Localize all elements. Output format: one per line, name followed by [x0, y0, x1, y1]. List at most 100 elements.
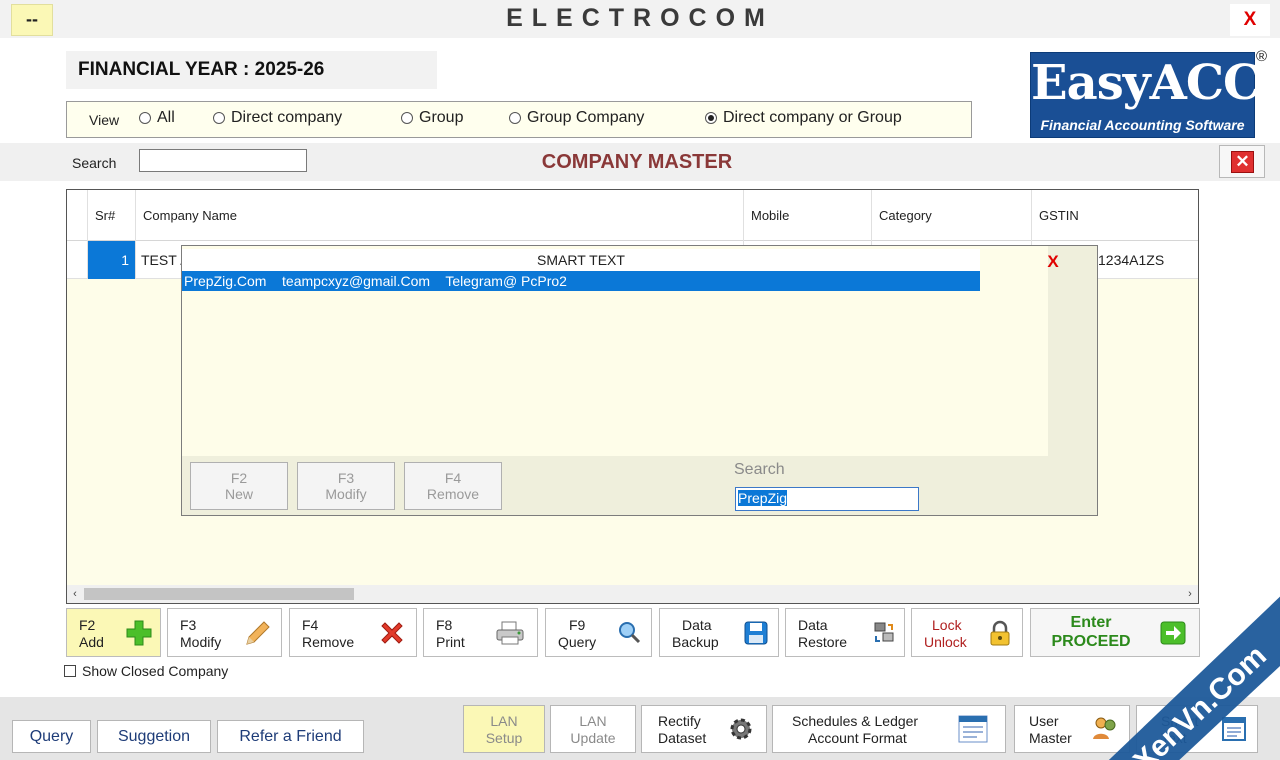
- page-title: COMPANY MASTER: [541, 151, 733, 173]
- plus-icon: [126, 620, 152, 646]
- button-label: Unlock: [924, 634, 967, 650]
- radio-label: Group Company: [527, 109, 645, 126]
- row-selector[interactable]: [67, 241, 88, 279]
- radio-circle[interactable]: [401, 112, 413, 124]
- list-item[interactable]: PrepZig.Com teampcxyz@gmail.Com Telegram…: [182, 271, 980, 291]
- button-label: Remove: [426, 486, 480, 502]
- checkbox[interactable]: [64, 665, 76, 677]
- button-key: F8: [436, 617, 453, 633]
- button-line: Update: [570, 730, 616, 746]
- radio-group-company[interactable]: Group Company: [509, 109, 644, 127]
- query-button[interactable]: F9 Query: [545, 608, 652, 657]
- gear-icon: [730, 718, 752, 740]
- lan-setup-button[interactable]: LAN Setup: [463, 705, 545, 753]
- close-app-button[interactable]: X: [1230, 4, 1270, 36]
- button-label: Add: [79, 634, 104, 650]
- add-button[interactable]: F2 Add: [66, 608, 161, 657]
- column-header-company-name[interactable]: Company Name: [136, 190, 744, 241]
- button-label: Restore: [798, 634, 848, 650]
- button-key: F4: [444, 470, 462, 486]
- button-line: LAN: [490, 713, 518, 729]
- smart-text-title: SMART TEXT: [182, 249, 980, 271]
- button-key: F9: [569, 617, 586, 633]
- view-label: View: [89, 112, 120, 128]
- restore-icon: [874, 622, 894, 642]
- scrollbar-thumb[interactable]: [84, 588, 354, 600]
- schedules-ledger-button[interactable]: Schedules & Ledger Account Format: [772, 705, 1006, 753]
- popup-search-label: Search: [734, 461, 785, 478]
- button-key: F3: [337, 470, 355, 486]
- button-key: F3: [180, 617, 197, 633]
- printer-icon: [496, 621, 524, 645]
- close-dialog-button[interactable]: X: [1038, 252, 1068, 272]
- column-header-mobile[interactable]: Mobile: [744, 190, 872, 241]
- search-bar: Search COMPANY MASTER ✕: [0, 143, 1280, 181]
- lock-unlock-button[interactable]: Lock Unlock: [911, 608, 1023, 657]
- button-label: Backup: [672, 634, 719, 650]
- popup-new-button[interactable]: F2 New: [190, 462, 288, 510]
- radio-label: Group: [419, 109, 464, 126]
- remove-button[interactable]: F4 Remove: [289, 608, 417, 657]
- data-backup-button[interactable]: Data Backup: [659, 608, 779, 657]
- view-filter: View All Direct company Group Group Comp…: [66, 101, 972, 138]
- refer-friend-button[interactable]: Refer a Friend: [217, 720, 364, 753]
- button-key: Data: [682, 617, 712, 633]
- button-key: Lock: [932, 617, 962, 633]
- column-header-gstin[interactable]: GSTIN: [1032, 190, 1198, 241]
- row-selector-header: [67, 190, 88, 241]
- rectify-dataset-button[interactable]: Rectify Dataset: [641, 705, 767, 753]
- smart-text-dialog: SMART TEXT PrepZig.Com teampcxyz@gmail.C…: [181, 245, 1098, 516]
- button-label: Print: [436, 634, 465, 650]
- svg-text:XenVn.Com: XenVn.Com: [1127, 639, 1273, 760]
- button-label: Modify: [180, 634, 222, 650]
- query-link-button[interactable]: Query: [12, 720, 91, 753]
- easyacc-logo: EasyACC Financial Accounting Software: [1030, 52, 1261, 138]
- button-key: F2: [79, 617, 96, 633]
- scroll-left-icon[interactable]: ‹: [67, 585, 83, 603]
- popup-modify-button[interactable]: F3 Modify: [297, 462, 395, 510]
- button-line: Setup: [485, 730, 523, 746]
- radio-all[interactable]: All: [139, 109, 175, 127]
- radio-circle[interactable]: [509, 112, 521, 124]
- magnifier-icon: [619, 622, 641, 644]
- radio-direct-or-group[interactable]: Direct company or Group: [705, 109, 902, 127]
- radio-group[interactable]: Group: [401, 109, 463, 127]
- radio-label: Direct company: [231, 109, 343, 126]
- close-icon: ✕: [1231, 151, 1254, 173]
- button-label: Remove: [302, 634, 355, 650]
- document-icon: [958, 715, 988, 743]
- logo-subtitle: Financial Accounting Software: [1040, 117, 1245, 133]
- radio-label: All: [157, 109, 175, 126]
- registered-mark: ®: [1256, 48, 1268, 65]
- popup-search-value: PrepZig: [738, 490, 788, 506]
- popup-search-input[interactable]: PrepZig: [735, 487, 919, 511]
- checkbox-label: Show Closed Company: [82, 663, 229, 679]
- radio-direct-company[interactable]: Direct company: [213, 109, 342, 127]
- cell-sr[interactable]: 1: [88, 241, 136, 279]
- financial-year: FINANCIAL YEAR : 2025-26: [66, 51, 437, 89]
- lan-update-button[interactable]: LAN Update: [550, 705, 636, 753]
- data-restore-button[interactable]: Data Restore: [785, 608, 905, 657]
- save-disk-icon: [744, 621, 768, 645]
- button-line: LAN: [579, 713, 607, 729]
- app-title: ELECTROCOM: [506, 4, 774, 32]
- column-header-sr[interactable]: Sr#: [88, 190, 136, 241]
- close-form-button[interactable]: ✕: [1219, 145, 1265, 178]
- radio-circle[interactable]: [139, 112, 151, 124]
- smart-text-list[interactable]: SMART TEXT PrepZig.Com teampcxyz@gmail.C…: [182, 246, 1048, 456]
- show-closed-company[interactable]: Show Closed Company: [64, 663, 228, 679]
- button-key: Data: [798, 617, 828, 633]
- radio-circle-selected[interactable]: [705, 112, 717, 124]
- watermark-logo: XenVn.Com: [1108, 596, 1280, 760]
- button-label: New: [224, 486, 253, 502]
- radio-circle[interactable]: [213, 112, 225, 124]
- logo-text: EasyACC: [1031, 55, 1261, 111]
- modify-button[interactable]: F3 Modify: [167, 608, 282, 657]
- horizontal-scrollbar[interactable]: ‹ ›: [67, 585, 1198, 603]
- button-key: F2: [230, 470, 248, 486]
- suggestion-button[interactable]: Suggetion: [97, 720, 211, 753]
- button-key: F4: [302, 617, 319, 633]
- popup-remove-button[interactable]: F4 Remove: [404, 462, 502, 510]
- print-button[interactable]: F8 Print: [423, 608, 538, 657]
- column-header-category[interactable]: Category: [872, 190, 1032, 241]
